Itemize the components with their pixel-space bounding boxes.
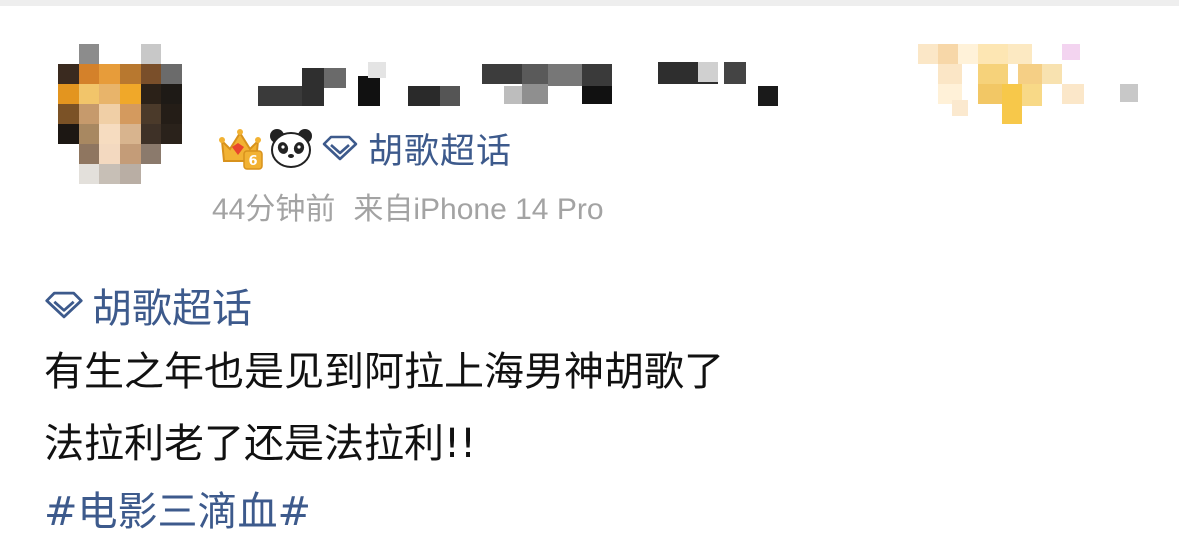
hashtag-link[interactable]: #电影三滴血# [44,480,1144,544]
badge-row: 6 胡歌超话 [216,120,512,176]
post-text-line: 法拉利老了还是法拉利!! [44,421,477,467]
topic-link-label[interactable]: 胡歌超话 [92,276,252,334]
supertopic-diamond-icon [322,135,358,161]
user-avatar[interactable] [58,44,182,184]
post-meta: 44分钟前 来自iPhone 14 Pro [212,184,604,228]
post-time: 44分钟前 [212,193,336,226]
supertopic-diamond-icon [45,291,83,319]
panda-icon[interactable] [268,127,314,169]
crown-level-number: 6 [248,154,257,169]
username-pixelated[interactable] [258,58,788,106]
member-badges-pixelated [918,40,1148,124]
post-body: 胡歌超话 有生之年也是见到阿拉上海男神胡歌了 法拉利老了还是法拉利!! #电影三… [44,274,1144,544]
topic-link-row[interactable]: 胡歌超话 [44,274,1144,336]
crown-level-icon[interactable]: 6 [216,125,264,171]
post-text-line: 有生之年也是见到阿拉上海男神胡歌了 [44,349,724,395]
post-source: 来自iPhone 14 Pro [353,193,604,226]
top-divider [0,0,1179,6]
supertopic-link[interactable]: 胡歌超话 [368,123,512,174]
